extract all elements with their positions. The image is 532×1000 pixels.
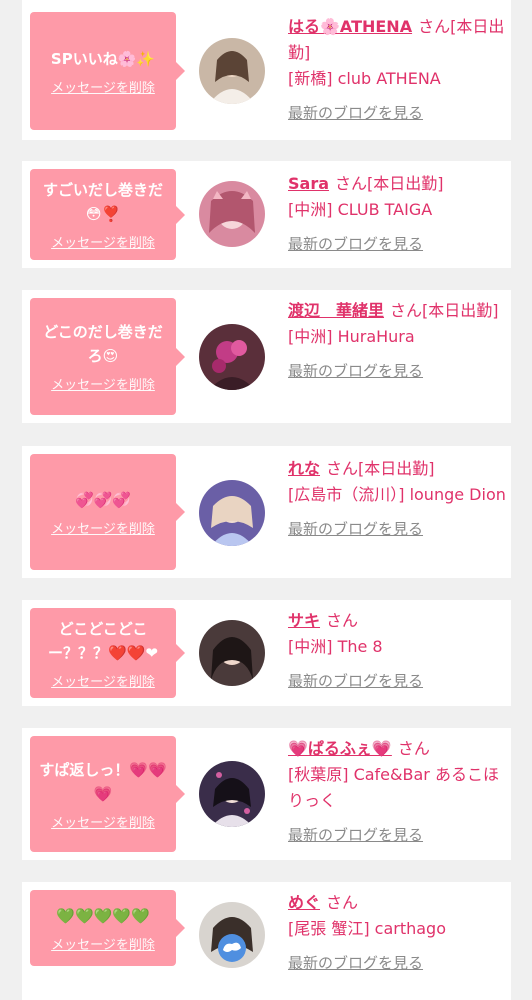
cast-name-link[interactable]: Sara <box>288 174 329 193</box>
shop-text: [尾張 蟹江] carthago <box>288 919 447 938</box>
honorific: さん <box>326 459 359 478</box>
delete-message-link[interactable]: メッセージを削除 <box>51 671 155 690</box>
delete-message-link[interactable]: メッセージを削除 <box>51 374 155 393</box>
delete-message-link[interactable]: メッセージを削除 <box>51 812 155 831</box>
latest-blog-link[interactable]: 最新のブログを見る <box>288 516 423 542</box>
message-list: SPいいね🌸✨ メッセージを削除 はる🌸ATHENA さん[本日出勤] [新橋] … <box>0 0 532 1000</box>
list-item: 💚💚💚💚💚 メッセージを削除 めぐ さん [尾張 蟹江] carthago 最新の… <box>22 882 511 1000</box>
message-text: どこどこどこー？？？❤️❤️❤ <box>48 619 158 662</box>
cast-info: 渡辺 華緒里 さん[本日出勤] [中洲] HuraHura 最新のブログを見る <box>288 298 506 384</box>
honorific: さん <box>335 174 368 193</box>
message-bubble: どこのだし巻きだろ😍 メッセージを削除 <box>30 298 185 415</box>
message-bubble: SPいいね🌸✨ メッセージを削除 <box>30 12 185 130</box>
status-text: [本日出勤] <box>358 459 435 478</box>
delete-message-link[interactable]: メッセージを削除 <box>51 232 155 251</box>
honorific: さん <box>390 301 423 320</box>
message-text: SPいいね🌸✨ <box>50 49 156 68</box>
message-text: 💚💚💚💚💚 <box>56 906 150 925</box>
avatar[interactable] <box>199 761 265 827</box>
honorific: さん <box>418 17 451 36</box>
latest-blog-link[interactable]: 最新のブログを見る <box>288 950 423 976</box>
cast-name-link[interactable]: めぐ <box>288 893 320 912</box>
message-text: どこのだし巻きだろ😍 <box>43 323 163 365</box>
shop-text: [中洲] CLUB TAIGA <box>288 200 433 219</box>
latest-blog-link[interactable]: 最新のブログを見る <box>288 668 423 694</box>
message-text: 💞💞💞 <box>74 490 132 509</box>
avatar[interactable] <box>199 324 265 390</box>
honorific: さん <box>397 739 430 758</box>
message-bubble: 💞💞💞 メッセージを削除 <box>30 454 185 570</box>
delete-message-link[interactable]: メッセージを削除 <box>51 518 155 537</box>
shop-text: [秋葉原] Cafe&Bar あるこほりっく <box>288 765 499 810</box>
list-item: SPいいね🌸✨ メッセージを削除 はる🌸ATHENA さん[本日出勤] [新橋] … <box>22 0 511 140</box>
latest-blog-link[interactable]: 最新のブログを見る <box>288 822 423 848</box>
cast-info: めぐ さん [尾張 蟹江] carthago 最新のブログを見る <box>288 890 506 976</box>
message-bubble: すぱ返しっ！💗💗💗 メッセージを削除 <box>30 736 185 852</box>
avatar[interactable] <box>199 181 265 247</box>
shop-text: [広島市（流川）] lounge Dion <box>288 485 506 504</box>
cast-info: Sara さん[本日出勤] [中洲] CLUB TAIGA 最新のブログを見る <box>288 171 506 257</box>
list-item: すぱ返しっ！💗💗💗 メッセージを削除 💗ぱるふぇ💗 さん [秋葉原] Cafe&B… <box>22 728 511 860</box>
list-item: すごいだし巻きだ😳❣️ メッセージを削除 Sara さん[本日出勤] [中洲] C… <box>22 161 511 268</box>
shop-text: [新橋] club ATHENA <box>288 69 441 88</box>
message-bubble: どこどこどこー？？？❤️❤️❤ メッセージを削除 <box>30 608 185 698</box>
cast-info: れな さん[本日出勤] [広島市（流川）] lounge Dion 最新のブログを… <box>288 456 506 542</box>
status-text: [本日出勤] <box>367 174 444 193</box>
message-bubble: 💚💚💚💚💚 メッセージを削除 <box>30 890 185 966</box>
cast-name-link[interactable]: れな <box>288 459 320 478</box>
cast-name-link[interactable]: 渡辺 華緒里 <box>288 301 384 320</box>
message-text: すごいだし巻きだ😳❣️ <box>42 181 163 223</box>
list-item: 💞💞💞 メッセージを削除 れな さん[本日出勤] [広島市（流川）] lounge… <box>22 446 511 578</box>
avatar[interactable] <box>199 480 265 546</box>
list-item: どこのだし巻きだろ😍 メッセージを削除 渡辺 華緒里 さん[本日出勤] [中洲] … <box>22 290 511 423</box>
cast-name-link[interactable]: 💗ぱるふぇ💗 <box>288 739 392 758</box>
delete-message-link[interactable]: メッセージを削除 <box>51 934 155 953</box>
honorific: さん <box>326 611 359 630</box>
list-item: どこどこどこー？？？❤️❤️❤ メッセージを削除 サキ さん [中洲] The 8… <box>22 600 511 706</box>
avatar[interactable] <box>199 38 265 104</box>
avatar[interactable] <box>199 902 265 968</box>
message-bubble: すごいだし巻きだ😳❣️ メッセージを削除 <box>30 169 185 260</box>
status-text: [本日出勤] <box>422 301 499 320</box>
cast-name-link[interactable]: サキ <box>288 611 320 630</box>
cast-name-link[interactable]: はる🌸ATHENA <box>288 17 412 36</box>
avatar[interactable] <box>199 620 265 686</box>
delete-message-link[interactable]: メッセージを削除 <box>51 77 155 96</box>
shop-text: [中洲] HuraHura <box>288 327 415 346</box>
message-text: すぱ返しっ！💗💗💗 <box>39 760 167 803</box>
latest-blog-link[interactable]: 最新のブログを見る <box>288 100 423 126</box>
latest-blog-link[interactable]: 最新のブログを見る <box>288 358 423 384</box>
cast-info: サキ さん [中洲] The 8 最新のブログを見る <box>288 608 506 694</box>
latest-blog-link[interactable]: 最新のブログを見る <box>288 231 423 257</box>
honorific: さん <box>326 893 359 912</box>
shop-text: [中洲] The 8 <box>288 637 383 656</box>
cast-info: 💗ぱるふぇ💗 さん [秋葉原] Cafe&Bar あるこほりっく 最新のブログを見… <box>288 736 506 848</box>
cast-info: はる🌸ATHENA さん[本日出勤] [新橋] club ATHENA 最新のブロ… <box>288 14 506 126</box>
